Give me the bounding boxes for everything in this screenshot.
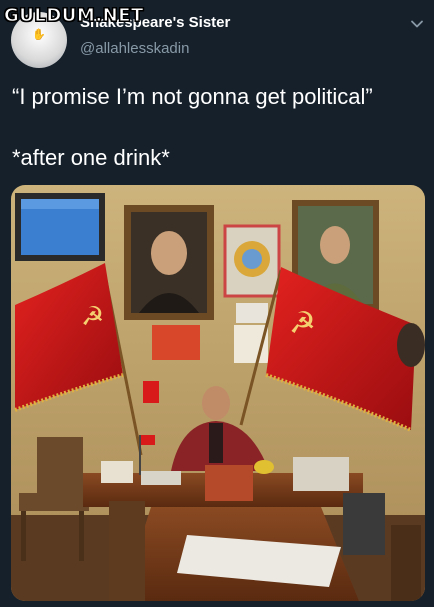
portrait-left <box>124 205 214 320</box>
chevron-down-icon[interactable] <box>410 17 424 31</box>
wall-tv <box>15 193 105 261</box>
user-handle[interactable]: @allahlesskadin <box>80 40 189 57</box>
hand-icon: ✋ <box>32 29 46 41</box>
tweet-text-line-2: *after one drink* <box>12 145 170 170</box>
small-poster <box>152 325 200 360</box>
tweet-text: “I promise I’m not gonna get political” … <box>12 82 422 173</box>
coat-of-arms <box>223 224 281 298</box>
hammer-sickle-icon: ☭ <box>81 302 104 332</box>
site-watermark: GULDUM.NET <box>4 5 144 27</box>
hammer-sickle-icon: ☭ <box>289 306 316 341</box>
photo-illustration: ☭ ☭ <box>11 185 425 601</box>
tweet-photo[interactable]: ☭ ☭ <box>11 185 425 601</box>
tweet-text-line-1: “I promise I’m not gonna get political” <box>12 84 373 109</box>
